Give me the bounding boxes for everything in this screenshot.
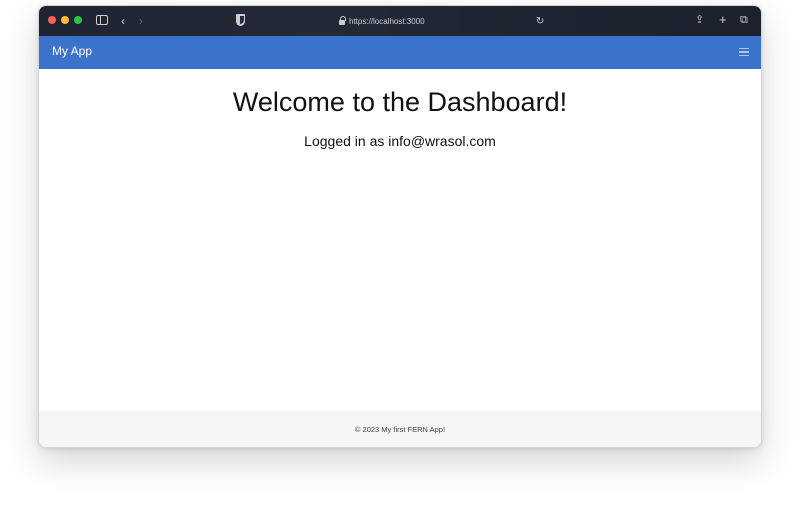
tabs-overview-icon[interactable]: ⧉ [740, 12, 748, 28]
sidebar-icon[interactable] [96, 15, 108, 25]
app-navbar: My App [39, 36, 761, 69]
url-text: https://localhost:3000 [349, 16, 425, 26]
reload-icon[interactable]: ↻ [536, 14, 544, 30]
lock-icon [339, 15, 346, 25]
page-title: Welcome to the Dashboard! [232, 87, 568, 117]
forward-icon[interactable]: › [139, 13, 143, 29]
app-brand-link[interactable]: My App [52, 44, 92, 58]
hamburger-menu-icon[interactable] [739, 48, 749, 56]
browser-window: ‹ › https://localhost:3000 ↻ ⇪ + ⧉ My Ap… [38, 5, 762, 448]
new-tab-icon[interactable]: + [719, 12, 727, 28]
logged-in-text: Logged in as info@wrasol.com [304, 133, 496, 149]
browser-toolbar: ‹ › https://localhost:3000 ↻ ⇪ + ⧉ [39, 6, 761, 36]
address-bar[interactable]: https://localhost:3000 [339, 14, 425, 28]
back-icon[interactable]: ‹ [121, 13, 125, 29]
zoom-window-button[interactable] [74, 16, 82, 24]
page-footer: © 2023 My first FERN App! [39, 411, 761, 447]
minimize-window-button[interactable] [61, 16, 69, 24]
footer-text: © 2023 My first FERN App! [354, 424, 446, 434]
shield-icon[interactable] [236, 14, 245, 26]
share-icon[interactable]: ⇪ [695, 12, 704, 28]
dashboard-content: Welcome to the Dashboard! Logged in as i… [39, 69, 761, 413]
close-window-button[interactable] [48, 16, 56, 24]
